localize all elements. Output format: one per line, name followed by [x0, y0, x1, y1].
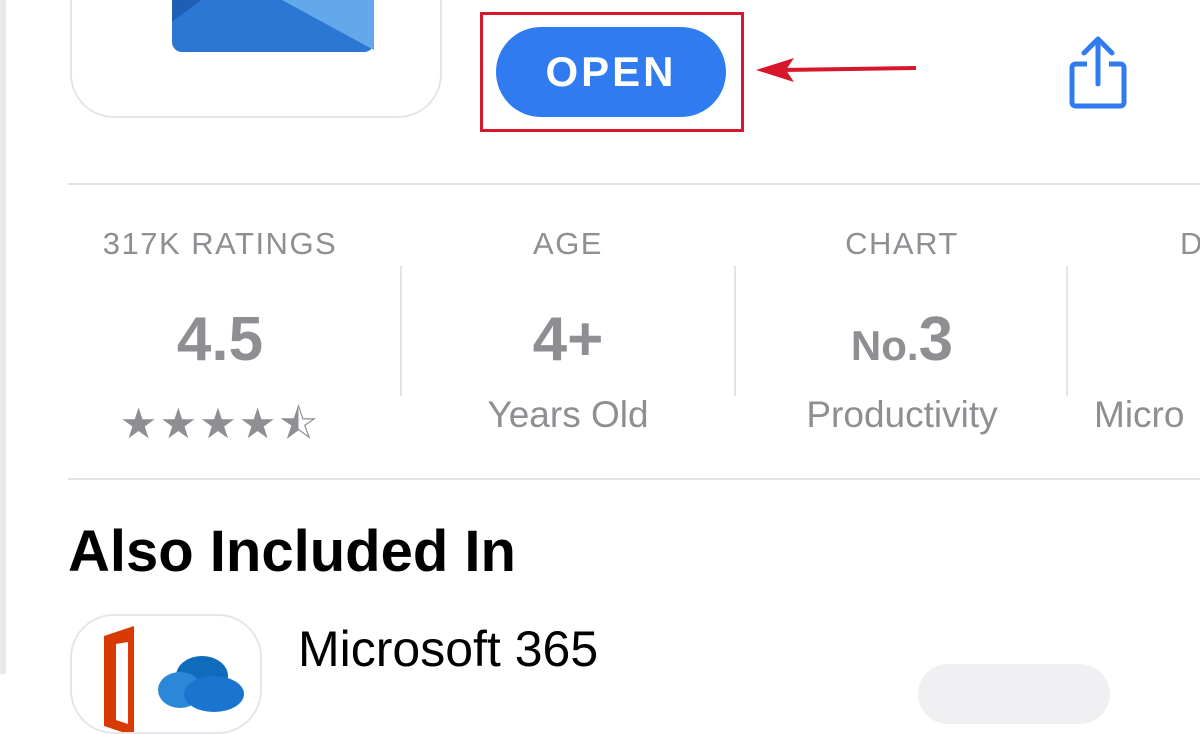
info-separator — [400, 266, 402, 396]
open-button[interactable]: OPEN — [496, 27, 726, 117]
age-label: AGE — [533, 226, 603, 261]
filled-stars-icon: ★★★★ — [119, 400, 279, 447]
window-edge — [0, 0, 6, 674]
office-logo-icon — [104, 626, 244, 732]
developer-info[interactable]: D Micro — [1094, 226, 1200, 456]
chart-rank-value: 3 — [918, 305, 954, 374]
rating-value: 4.5 — [176, 305, 264, 374]
age-value: 4+ — [532, 305, 604, 374]
ratings-count-label: 317K RATINGS — [102, 226, 338, 261]
developer-name: Micro — [1094, 394, 1185, 435]
info-divider — [68, 478, 1200, 480]
annotation-arrow-icon — [756, 58, 917, 82]
developer-label: D — [1180, 226, 1200, 261]
share-button[interactable] — [1060, 34, 1136, 114]
info-separator — [1066, 266, 1068, 396]
chart-category: Productivity — [806, 394, 998, 435]
section-title: Also Included In — [68, 519, 516, 584]
app-icon — [70, 0, 442, 118]
info-separator — [734, 266, 736, 396]
envelope-icon — [172, 0, 374, 52]
share-icon — [1069, 36, 1127, 109]
half-star-icon: ⯪ — [278, 400, 321, 447]
get-button[interactable] — [918, 664, 1110, 724]
ratings-info[interactable]: 317K RATINGS 4.5 ★★★★⯪ — [70, 226, 370, 456]
star-rating: ★★★★⯪ — [70, 394, 370, 465]
bundle-name[interactable]: Microsoft 365 — [298, 620, 598, 678]
chart-rank-prefix: No. — [850, 322, 919, 369]
chart-info[interactable]: CHART No.3 Productivity — [752, 226, 1052, 456]
chart-rank: No.3 — [752, 304, 1052, 375]
header-divider — [68, 183, 1200, 185]
chart-label: CHART — [845, 226, 959, 261]
age-sub: Years Old — [487, 394, 649, 435]
microsoft-365-icon[interactable] — [70, 614, 262, 734]
age-info[interactable]: AGE 4+ Years Old — [418, 226, 718, 456]
